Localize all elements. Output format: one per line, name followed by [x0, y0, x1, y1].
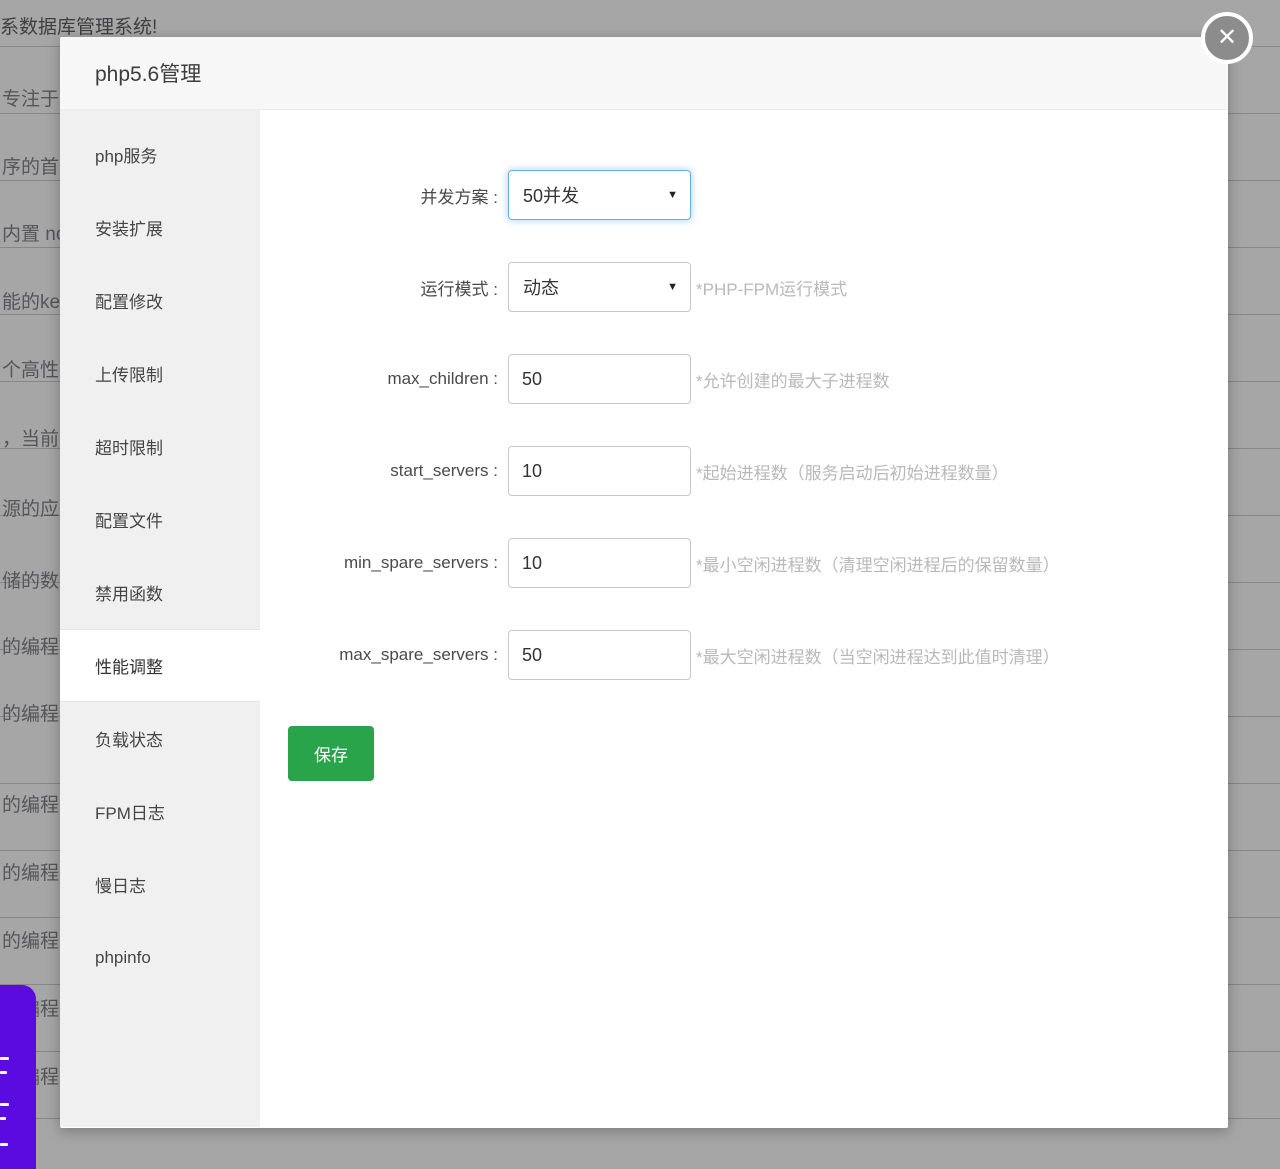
sidebar-item-slow-log[interactable]: 慢日志 [60, 848, 260, 921]
run-mode-select-value: 动态 [523, 274, 559, 300]
form-row-max-children: max_children : *允许创建的最大子进程数 [260, 354, 1228, 404]
start-servers-label: start_servers : [260, 461, 498, 481]
background-text: 源的应 [2, 494, 59, 521]
concurrency-select[interactable]: 50并发 ▼ [508, 170, 691, 220]
form-row-run-mode: 运行模式 : 动态 ▼ *PHP-FPM运行模式 [260, 262, 1228, 312]
run-mode-label: 运行模式 : [260, 275, 498, 300]
max-children-hint: *允许创建的最大子进程数 [696, 367, 890, 392]
sidebar-item-upload-limit[interactable]: 上传限制 [60, 337, 260, 410]
background-text: 储的数 [2, 566, 59, 593]
run-mode-select[interactable]: 动态 ▼ [508, 262, 691, 312]
background-text: 专注于 [2, 84, 59, 111]
background-text: 序的首 [2, 152, 59, 179]
sidebar-item-install-ext[interactable]: 安装扩展 [60, 191, 260, 264]
form-row-start-servers: start_servers : *起始进程数（服务启动后初始进程数量） [260, 446, 1228, 496]
background-text: 的编程 [2, 790, 59, 817]
php-manager-dialog: ✕ php5.6管理 php服务 安装扩展 配置修改 上传限制 超时限制 配置文… [60, 37, 1228, 1128]
dialog-sidebar: php服务 安装扩展 配置修改 上传限制 超时限制 配置文件 禁用函数 性能调整… [60, 110, 260, 1127]
max-spare-servers-label: max_spare_servers : [260, 645, 498, 665]
start-servers-input[interactable] [508, 446, 691, 496]
run-mode-hint: *PHP-FPM运行模式 [696, 275, 847, 300]
min-spare-servers-label: min_spare_servers : [260, 553, 498, 573]
concurrency-select-value: 50并发 [523, 182, 579, 208]
ribbon-glyph [0, 1143, 8, 1146]
background-text: 的编程 [2, 632, 59, 659]
background-text: ，当前 [2, 424, 59, 451]
background-text: 内置 nc [2, 219, 65, 246]
save-button[interactable]: 保存 [288, 726, 374, 781]
sidebar-item-load-status[interactable]: 负载状态 [60, 702, 260, 775]
form-row-max-spare-servers: max_spare_servers : *最大空闲进程数（当空闲进程达到此值时清… [260, 630, 1228, 680]
sidebar-item-disabled-func[interactable]: 禁用函数 [60, 556, 260, 629]
chevron-down-icon: ▼ [667, 281, 678, 293]
max-children-input[interactable] [508, 354, 691, 404]
close-button[interactable]: ✕ [1201, 12, 1253, 64]
sidebar-item-timeout-limit[interactable]: 超时限制 [60, 410, 260, 483]
sidebar-item-phpinfo[interactable]: phpinfo [60, 921, 260, 994]
background-text: 能的ke [2, 287, 60, 314]
ribbon-glyph [0, 1103, 9, 1106]
form-row-min-spare-servers: min_spare_servers : *最小空闲进程数（清理空闲进程后的保留数… [260, 538, 1228, 588]
chevron-down-icon: ▼ [667, 189, 678, 201]
min-spare-servers-hint: *最小空闲进程数（清理空闲进程后的保留数量） [696, 551, 1060, 576]
background-text: 系数据库管理系统! [0, 12, 157, 39]
dialog-title: php5.6管理 [95, 58, 201, 88]
sidebar-item-php-service[interactable]: php服务 [60, 118, 260, 191]
close-icon: ✕ [1217, 26, 1237, 50]
start-servers-hint: *起始进程数（服务启动后初始进程数量） [696, 459, 1009, 484]
ribbon-glyph [0, 1117, 6, 1120]
min-spare-servers-input[interactable] [508, 538, 691, 588]
max-spare-servers-input[interactable] [508, 630, 691, 680]
sidebar-item-config-file[interactable]: 配置文件 [60, 483, 260, 556]
sidebar-item-config-edit[interactable]: 配置修改 [60, 264, 260, 337]
dialog-header: php5.6管理 [60, 37, 1228, 110]
max-children-label: max_children : [260, 369, 498, 389]
background-text: 个高性 [2, 355, 59, 382]
background-text: 的编程 [2, 858, 59, 885]
max-spare-servers-hint: *最大空闲进程数（当空闲进程达到此值时清理） [696, 643, 1060, 668]
concurrency-label: 并发方案 : [260, 183, 498, 208]
ribbon-glyph [0, 1057, 9, 1060]
ribbon-glyph [0, 1071, 7, 1074]
sidebar-item-performance[interactable]: 性能调整 [60, 629, 260, 702]
form-row-concurrency: 并发方案 : 50并发 ▼ [260, 170, 1228, 220]
background-text: 的编程 [2, 699, 59, 726]
sidebar-item-fpm-log[interactable]: FPM日志 [60, 775, 260, 848]
background-text: 的编程 [2, 926, 59, 953]
promo-ribbon[interactable] [0, 985, 36, 1169]
performance-form: 并发方案 : 50并发 ▼ 运行模式 : 动态 ▼ *PHP-FPM运行模式 m… [260, 110, 1228, 1127]
